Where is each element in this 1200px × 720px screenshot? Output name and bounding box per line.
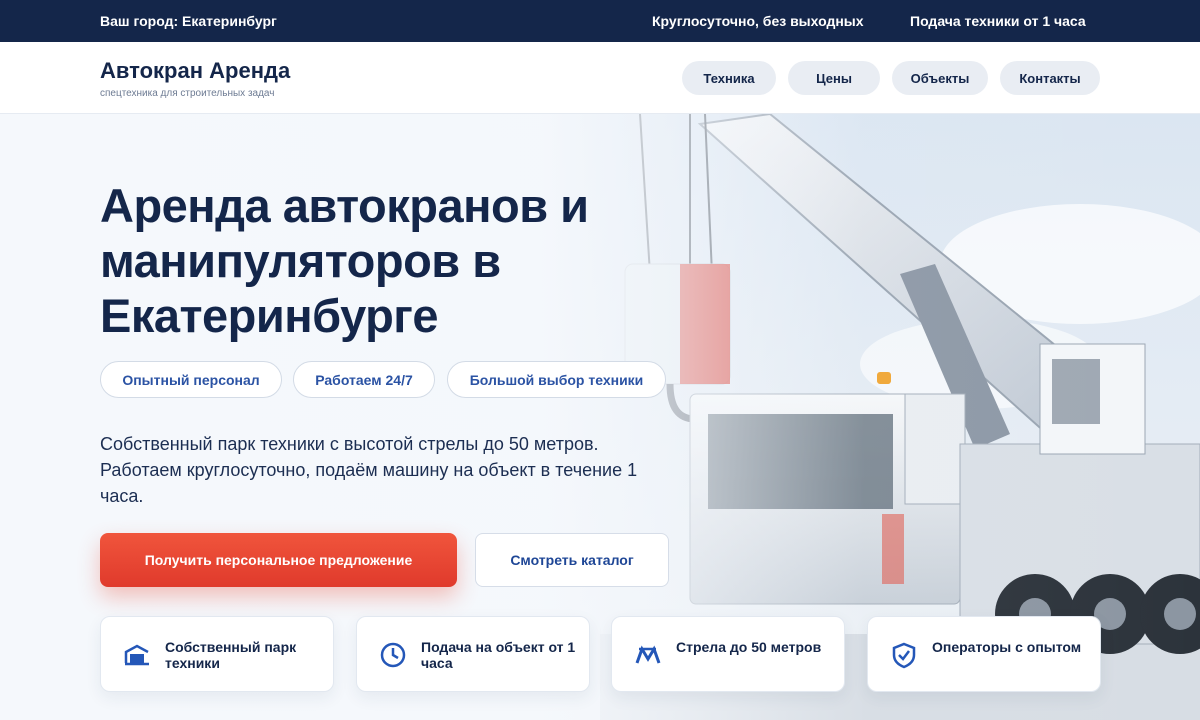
feature-card-delivery: Подача на объект от 1 часа	[356, 616, 590, 692]
get-offer-button[interactable]: Получить персональное предложение	[100, 533, 457, 587]
top-info-bar: Ваш город: Екатеринбург Круглосуточно, б…	[0, 0, 1200, 42]
city-selector[interactable]: Ваш город: Екатеринбург	[100, 13, 277, 29]
feature-card-boom: Стрела до 50 метров	[611, 616, 845, 692]
feature-pill-staff: Опытный персонал	[100, 361, 282, 398]
feature-card-text: Собственный парк техники	[165, 639, 297, 671]
feature-card-text: Стрела до 50 метров	[676, 639, 822, 655]
shield-check-icon	[892, 642, 916, 669]
garage-icon	[124, 644, 149, 666]
clock-icon	[380, 642, 406, 668]
view-catalog-button[interactable]: Смотреть каталог	[475, 533, 669, 587]
logo-title[interactable]: Автокран Аренда	[100, 58, 290, 84]
hero-description: Собственный парк техники с высотой стрел…	[100, 434, 638, 506]
feature-pill-selection: Большой выбор техники	[447, 361, 666, 398]
working-hours: Круглосуточно, без выходных	[652, 13, 864, 29]
nav-prices[interactable]: Цены	[788, 61, 880, 95]
boom-icon	[635, 645, 661, 664]
feature-card-operators: Операторы с опытом	[867, 616, 1101, 692]
nav-contacts[interactable]: Контакты	[1000, 61, 1100, 95]
site-header: Автокран Аренда спецтехника для строител…	[0, 42, 1200, 114]
nav-equipment[interactable]: Техника	[682, 61, 776, 95]
feature-card-fleet: Собственный парк техники	[100, 616, 334, 692]
delivery-time: Подача техники от 1 часа	[910, 13, 1086, 29]
page-title: Аренда автокранов и манипуляторов в Екат…	[100, 179, 589, 342]
feature-pill-24-7: Работаем 24/7	[293, 361, 435, 398]
feature-card-text: Операторы с опытом	[932, 639, 1082, 655]
logo-subtitle: спецтехника для строительных задач	[100, 88, 275, 99]
feature-card-text: Подача на объект от 1 часа	[421, 639, 576, 671]
nav-objects[interactable]: Объекты	[892, 61, 988, 95]
